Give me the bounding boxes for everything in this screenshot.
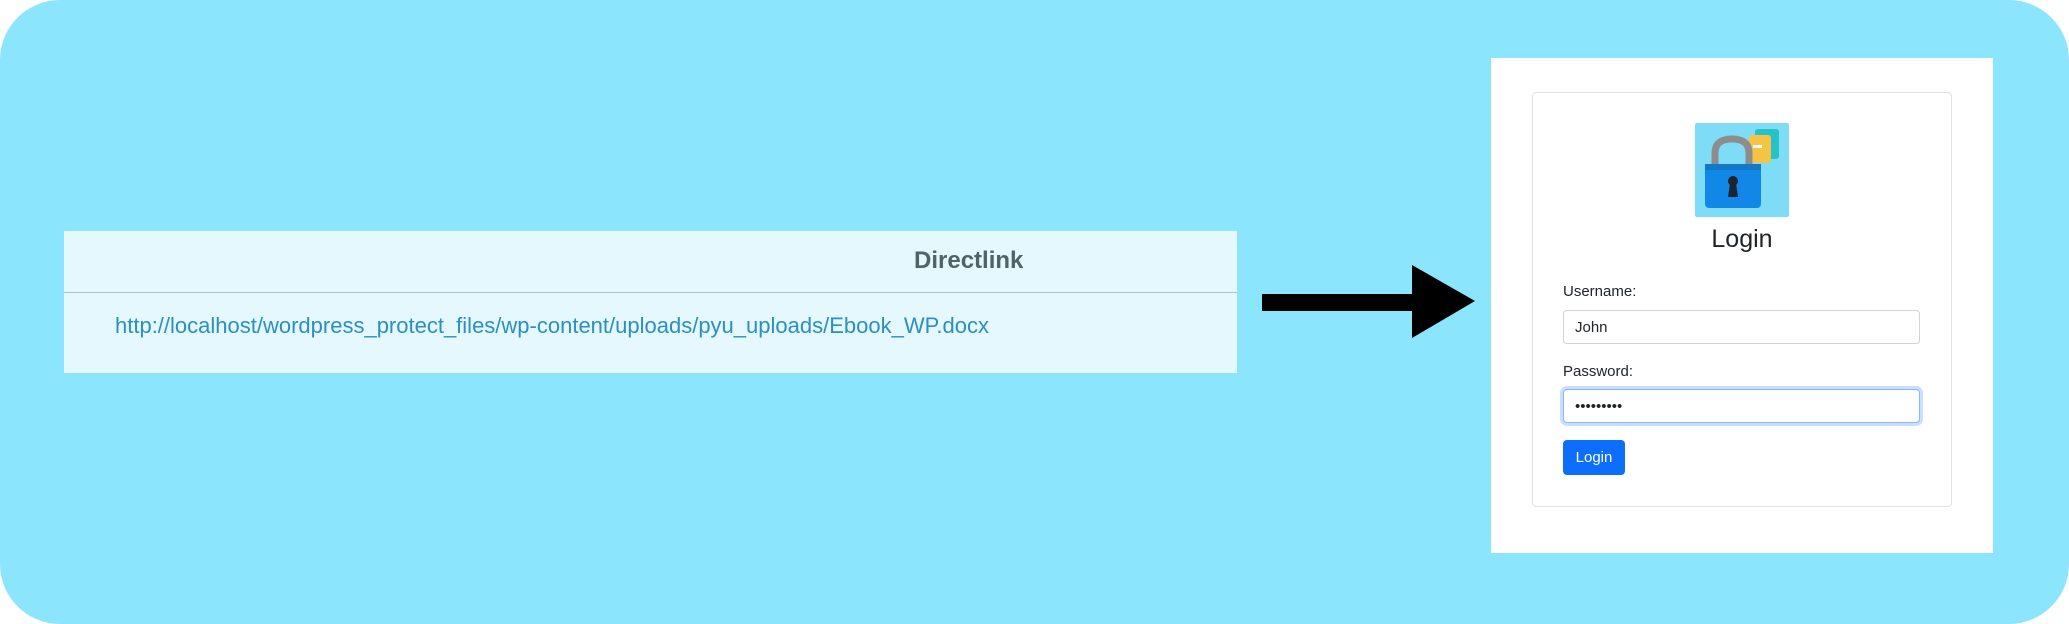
directlink-column-header: Directlink xyxy=(914,247,1024,274)
background-frame: Directlink http://localhost/wordpress_pr… xyxy=(0,0,2069,624)
login-card: Login Username: Password: Login xyxy=(1532,92,1952,507)
login-title: Login xyxy=(1711,225,1773,253)
password-label: Password: xyxy=(1563,363,1634,380)
direct-link[interactable]: http://localhost/wordpress_protect_files… xyxy=(115,313,989,339)
padlock-file-icon xyxy=(1695,123,1789,217)
right-arrow-icon xyxy=(1262,265,1475,338)
directlink-table: Directlink http://localhost/wordpress_pr… xyxy=(64,231,1237,373)
table-row: http://localhost/wordpress_protect_files… xyxy=(64,293,1237,373)
login-button[interactable]: Login xyxy=(1563,440,1625,475)
table-header-row: Directlink xyxy=(64,231,1237,293)
password-field[interactable] xyxy=(1563,389,1920,423)
login-panel: Login Username: Password: Login xyxy=(1491,58,1993,553)
username-label: Username: xyxy=(1563,283,1637,300)
username-field[interactable] xyxy=(1563,310,1920,344)
